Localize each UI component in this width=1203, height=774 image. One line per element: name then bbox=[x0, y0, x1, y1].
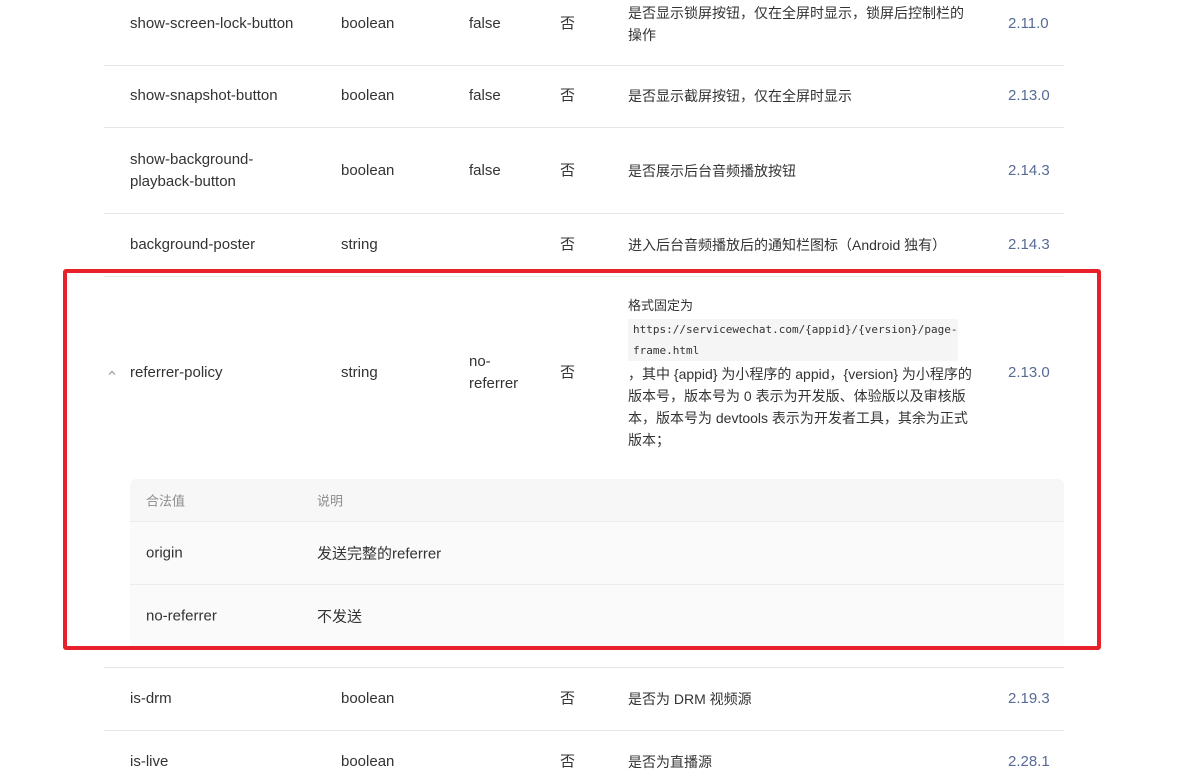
attr-version-link[interactable]: 2.13.0 bbox=[1008, 85, 1068, 107]
legal-value-desc: 不发送 bbox=[317, 608, 363, 626]
attr-default: false bbox=[469, 87, 501, 104]
table-row-expanded: referrer-policy string no-referrer 否 格式固… bbox=[104, 277, 1064, 468]
attr-version-link[interactable]: 2.13.0 bbox=[1008, 362, 1068, 384]
attr-description: 是否为 DRM 视频源 bbox=[628, 691, 752, 707]
attr-name: show-snapshot-button bbox=[130, 87, 278, 104]
attr-type: boolean bbox=[341, 14, 395, 32]
attr-type: boolean bbox=[341, 753, 395, 770]
attr-default: false bbox=[469, 161, 501, 179]
attr-required: 否 bbox=[560, 690, 576, 707]
header-legal-value: 合法值 bbox=[146, 493, 186, 509]
attr-type: boolean bbox=[341, 161, 395, 179]
table-row: show-background-playback-button boolean … bbox=[104, 128, 1064, 214]
legal-value-row: origin 发送完整的referrer bbox=[130, 521, 1064, 584]
attr-name: show-background-playback-button bbox=[130, 150, 254, 190]
attr-required: 否 bbox=[560, 363, 576, 381]
attr-name: is-live bbox=[130, 753, 169, 770]
table-row: background-poster string 否 进入后台音频播放后的通知栏… bbox=[104, 214, 1064, 277]
desc-prefix: 格式固定为 bbox=[628, 297, 694, 313]
legal-values-header: 合法值 说明 bbox=[130, 479, 1064, 521]
attr-name: background-poster bbox=[130, 236, 256, 253]
attr-version-link[interactable]: 2.19.3 bbox=[1008, 688, 1068, 710]
attr-type: boolean bbox=[341, 690, 395, 707]
attr-name: referrer-policy bbox=[130, 363, 223, 381]
legal-value: origin bbox=[146, 544, 183, 562]
table-row: show-screen-lock-button boolean false 否 … bbox=[104, 0, 1064, 66]
legal-value: no-referrer bbox=[146, 607, 217, 625]
legal-value-desc: 发送完整的referrer bbox=[317, 545, 442, 563]
attr-name: show-screen-lock-button bbox=[130, 14, 294, 32]
header-description: 说明 bbox=[317, 493, 344, 509]
chevron-up-icon[interactable] bbox=[106, 367, 118, 379]
attr-description: 是否展示后台音频播放按钮 bbox=[628, 162, 796, 179]
attr-required: 否 bbox=[560, 753, 576, 770]
attr-name: is-drm bbox=[130, 690, 172, 707]
attr-version-link[interactable]: 2.14.3 bbox=[1008, 160, 1068, 182]
attr-required: 否 bbox=[560, 161, 576, 179]
attr-version-link[interactable]: 2.11.0 bbox=[1008, 13, 1068, 35]
attr-type: string bbox=[341, 236, 378, 253]
attr-description: 是否为直播源 bbox=[628, 754, 712, 770]
url-code: https://servicewechat.com/{appid}/{versi… bbox=[628, 318, 958, 361]
legal-value-row: no-referrer 不发送 bbox=[130, 584, 1064, 647]
attr-description: 进入后台音频播放后的通知栏图标（Android 独有） bbox=[628, 237, 947, 253]
attr-required: 否 bbox=[560, 87, 576, 104]
attr-required: 否 bbox=[560, 14, 576, 32]
attr-version-link[interactable]: 2.14.3 bbox=[1008, 234, 1068, 256]
table-row: show-snapshot-button boolean false 否 是否显… bbox=[104, 65, 1064, 128]
attr-description: 格式固定为 https://servicewechat.com/{appid}/… bbox=[628, 295, 973, 451]
table-row: is-live boolean 否 是否为直播源 2.28.1 bbox=[104, 731, 1064, 774]
attr-default: false bbox=[469, 14, 501, 32]
attr-default: no-referrer bbox=[469, 352, 519, 392]
attr-version-link[interactable]: 2.28.1 bbox=[1008, 751, 1068, 773]
desc-suffix: ，其中 {appid} 为小程序的 appid，{version} 为小程序的版… bbox=[628, 365, 972, 448]
attr-description: 是否显示截屏按钮，仅在全屏时显示 bbox=[628, 88, 852, 104]
docs-page: show-screen-lock-button boolean false 否 … bbox=[0, 0, 1203, 774]
table-row: is-drm boolean 否 是否为 DRM 视频源 2.19.3 bbox=[104, 668, 1064, 731]
attr-type: string bbox=[341, 363, 378, 381]
attr-required: 否 bbox=[560, 236, 576, 253]
legal-values-table: 合法值 说明 origin 发送完整的referrer no-referrer … bbox=[130, 479, 1064, 647]
attr-description: 是否显示锁屏按钮，仅在全屏时显示，锁屏后控制栏的操作 bbox=[628, 4, 964, 43]
attr-type: boolean bbox=[341, 87, 395, 104]
